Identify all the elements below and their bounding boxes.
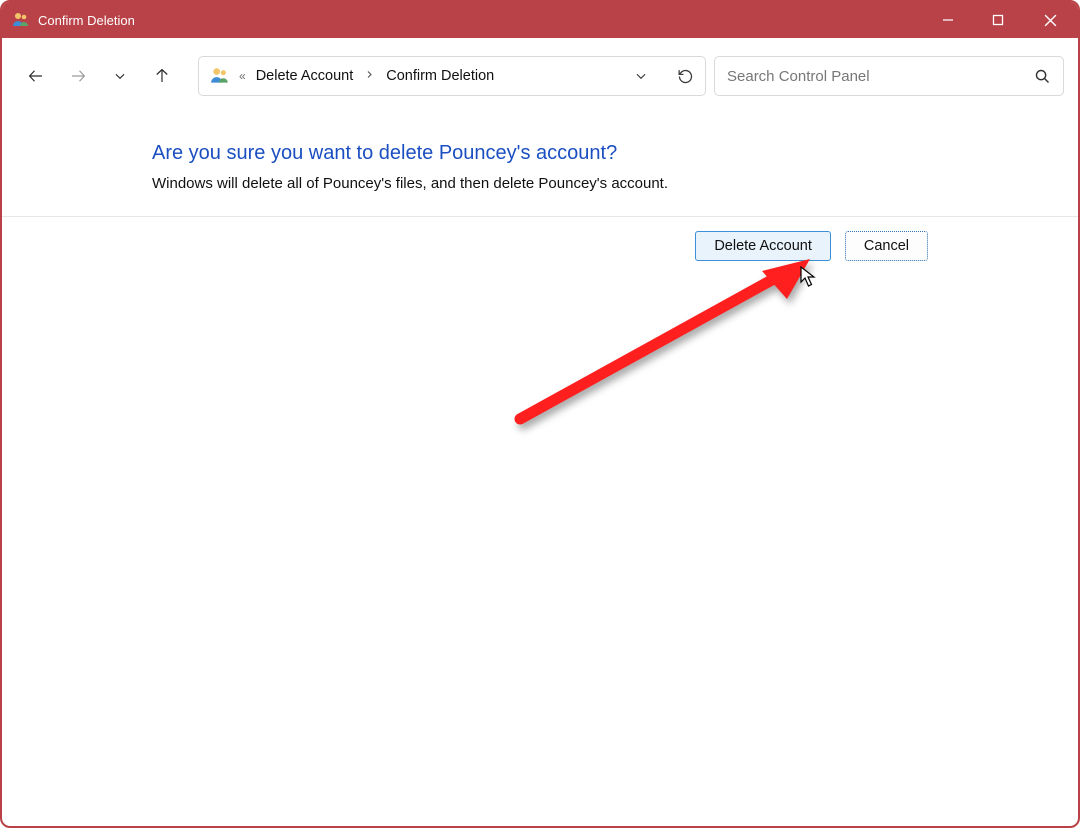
breadcrumb-confirm-deletion[interactable]: Confirm Deletion — [384, 66, 496, 86]
back-button[interactable] — [26, 66, 46, 86]
breadcrumb-delete-account[interactable]: Delete Account — [254, 66, 356, 86]
annotation-arrow — [510, 259, 820, 429]
user-accounts-icon — [12, 11, 30, 29]
up-button[interactable] — [152, 66, 172, 86]
refresh-button[interactable] — [673, 64, 697, 88]
button-row: Delete Account Cancel — [2, 217, 1078, 261]
address-history-button[interactable] — [629, 64, 653, 88]
minimize-button[interactable] — [923, 2, 973, 38]
user-accounts-icon — [209, 65, 231, 87]
cursor-icon — [800, 266, 818, 288]
forward-button[interactable] — [68, 66, 88, 86]
address-bar[interactable]: « Delete Account Confirm Deletion — [198, 56, 706, 96]
search-input[interactable] — [725, 67, 1031, 86]
nav-arrows — [26, 66, 172, 86]
delete-account-button[interactable]: Delete Account — [695, 231, 831, 261]
window-title: Confirm Deletion — [38, 13, 135, 28]
cancel-button[interactable]: Cancel — [845, 231, 928, 261]
window-controls — [923, 2, 1078, 38]
titlebar[interactable]: Confirm Deletion — [2, 2, 1078, 38]
close-button[interactable] — [1023, 2, 1078, 38]
window-frame: Confirm Deletion — [0, 0, 1080, 828]
maximize-button[interactable] — [973, 2, 1023, 38]
recent-locations-button[interactable] — [110, 66, 130, 86]
page-description: Windows will delete all of Pouncey's fil… — [152, 175, 1078, 192]
nav-row: « Delete Account Confirm Deletion — [2, 38, 1078, 114]
chevron-right-icon[interactable] — [361, 70, 378, 82]
breadcrumb-overflow-icon[interactable]: « — [237, 69, 248, 83]
content-area: Are you sure you want to delete Pouncey'… — [2, 142, 1078, 192]
search-icon[interactable] — [1031, 65, 1053, 87]
page-heading: Are you sure you want to delete Pouncey'… — [152, 142, 1078, 165]
search-box[interactable] — [714, 56, 1064, 96]
